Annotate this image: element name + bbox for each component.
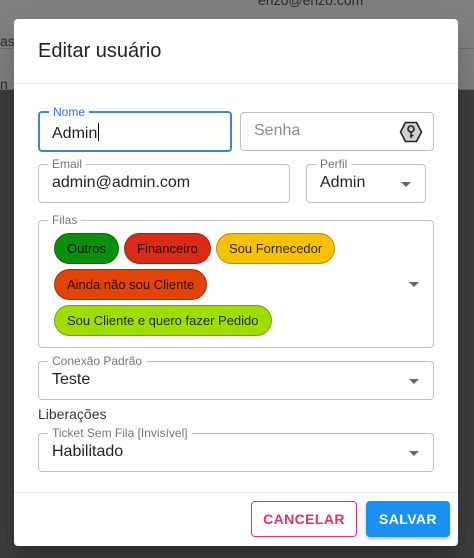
default-connection-label: Conexão Padrão (48, 354, 147, 368)
queues-label: Filas (48, 213, 82, 227)
dialog-title: Editar usuário (38, 40, 162, 62)
profile-select[interactable]: Perfil Admin (306, 157, 426, 203)
edit-user-dialog: Editar usuário Nome Admin Senha Email ad… (14, 19, 458, 546)
text-cursor (98, 123, 100, 141)
chevron-down-icon (401, 182, 411, 187)
profile-label: Perfil (316, 157, 352, 171)
queue-chip-sou-cliente-pedido[interactable]: Sou Cliente e quero fazer Pedido (54, 305, 272, 336)
default-connection-value: Teste (52, 371, 91, 388)
chevron-down-icon (409, 379, 419, 384)
name-label: Nome (49, 105, 90, 119)
name-field[interactable]: Nome Admin (38, 105, 232, 152)
cancel-button[interactable]: CANCELAR (251, 501, 357, 537)
queue-chip-sou-fornecedor[interactable]: Sou Fornecedor (216, 233, 336, 264)
queues-select[interactable]: Filas Outros Financeiro Sou Fornecedor A… (38, 213, 434, 348)
save-button[interactable]: SALVAR (366, 501, 450, 537)
chevron-down-icon (409, 282, 419, 287)
email-value: admin@admin.com (52, 174, 191, 191)
ticket-no-queue-label: Ticket Sem Fila [Invisível] (48, 426, 192, 440)
ticket-no-queue-select[interactable]: Ticket Sem Fila [Invisível] Habilitado (38, 426, 434, 472)
email-label: Email (48, 157, 87, 171)
chevron-down-icon (409, 451, 419, 456)
default-connection-select[interactable]: Conexão Padrão Teste (38, 354, 434, 400)
queue-chip-financeiro[interactable]: Financeiro (124, 233, 211, 264)
key-toggle-icon[interactable] (399, 120, 423, 144)
ticket-no-queue-value: Habilitado (52, 443, 124, 460)
queue-chip-outros[interactable]: Outros (54, 233, 120, 264)
releases-label: Liberações (38, 406, 107, 422)
name-value: Admin (52, 123, 100, 142)
profile-value: Admin (320, 174, 366, 191)
password-field[interactable]: Senha (240, 112, 434, 151)
password-placeholder: Senha (254, 122, 301, 139)
queue-chip-ainda-nao-sou-cliente[interactable]: Ainda não sou Cliente (54, 269, 208, 300)
email-field[interactable]: Email admin@admin.com (38, 157, 290, 203)
